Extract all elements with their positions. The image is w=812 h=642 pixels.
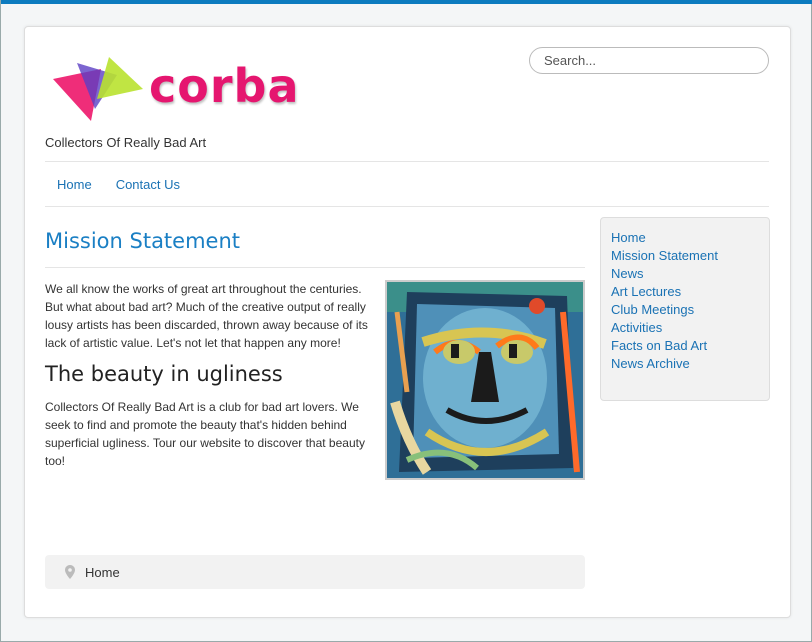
sidebar-item-news-archive[interactable]: News Archive [611, 355, 759, 373]
sidebar-item-art-lectures[interactable]: Art Lectures [611, 283, 759, 301]
page-title: Mission Statement [45, 229, 585, 268]
top-accent-bar [1, 0, 812, 4]
site-tagline: Collectors Of Really Bad Art [45, 135, 207, 150]
bad-art-painting-image [385, 280, 585, 480]
logo-wordmark: corba [149, 59, 300, 113]
breadcrumb-home[interactable]: Home [85, 565, 120, 580]
sidebar-menu: Home Mission Statement News Art Lectures… [600, 217, 770, 401]
logo-shapes-icon [53, 57, 143, 121]
sidebar-item-club-meetings[interactable]: Club Meetings [611, 301, 759, 319]
breadcrumb: Home [45, 555, 585, 589]
site-logo[interactable]: corba [51, 53, 311, 129]
map-pin-icon [65, 565, 75, 579]
divider [45, 206, 769, 207]
search-input[interactable] [529, 47, 769, 74]
page-container: corba Collectors Of Really Bad Art Home … [24, 26, 791, 618]
sidebar-item-facts-on-bad-art[interactable]: Facts on Bad Art [611, 337, 759, 355]
article-body: We all know the works of great art throu… [45, 280, 585, 480]
sidebar-item-news[interactable]: News [611, 265, 759, 283]
nav-item-contact-us[interactable]: Contact Us [104, 177, 192, 192]
sidebar-item-activities[interactable]: Activities [611, 319, 759, 337]
sidebar-item-mission-statement[interactable]: Mission Statement [611, 247, 759, 265]
nav-item-home[interactable]: Home [45, 177, 104, 192]
main-nav: Home Contact Us [45, 162, 192, 206]
main-content: Mission Statement We all know the works … [45, 217, 585, 480]
sidebar-item-home[interactable]: Home [611, 229, 759, 247]
